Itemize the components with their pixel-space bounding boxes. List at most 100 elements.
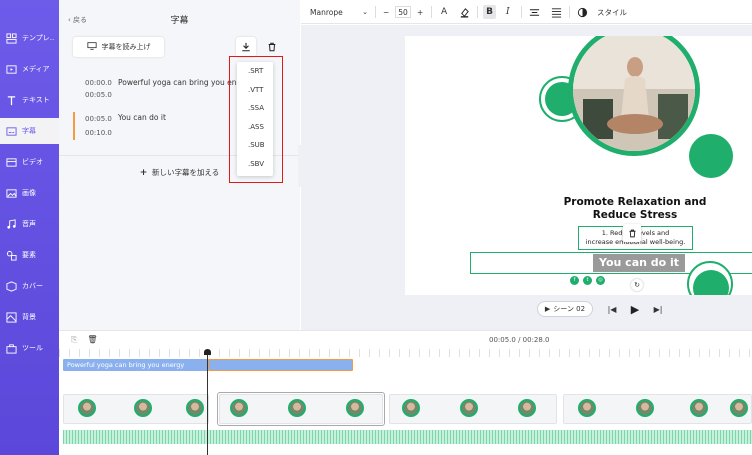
- skip-back-icon: |◀: [607, 304, 617, 314]
- subtitle-icon: [6, 126, 17, 137]
- format-option-ssa[interactable]: .SSA: [237, 99, 273, 118]
- bold-button[interactable]: B: [483, 5, 496, 19]
- minus-icon: −: [383, 7, 390, 17]
- nav-item-label: 背景: [22, 313, 36, 321]
- subtitle-clip-selected[interactable]: [208, 359, 353, 371]
- clip-thumbnail: [78, 399, 96, 417]
- end-time[interactable]: 00:05.0: [85, 89, 115, 101]
- previous-button[interactable]: |◀: [605, 302, 619, 316]
- background-icon: [6, 311, 17, 323]
- plus-icon: +: [139, 168, 148, 178]
- nav-item-label: 音声: [22, 220, 36, 228]
- clip-thumbnail: [636, 399, 654, 417]
- canvas-subtitle-text[interactable]: You can do it: [593, 254, 686, 272]
- clip-thumbnail: [518, 399, 536, 417]
- playhead-handle[interactable]: [204, 349, 211, 355]
- delete-element-button[interactable]: [623, 224, 641, 242]
- increase-size-button[interactable]: +: [417, 0, 423, 24]
- scene-clip[interactable]: [63, 394, 209, 424]
- download-button[interactable]: [236, 37, 256, 57]
- scene-clip[interactable]: [389, 394, 557, 424]
- spacing-button[interactable]: [551, 0, 562, 24]
- headline-text[interactable]: Promote Relaxation and Reduce Stress: [555, 196, 715, 222]
- font-color-button[interactable]: A: [441, 0, 447, 24]
- text-color-icon: A: [441, 7, 448, 17]
- font-select[interactable]: Manrope ⌄: [310, 0, 368, 24]
- divider: [521, 6, 522, 18]
- divider: [375, 6, 376, 18]
- nav-item-subtitle[interactable]: 字幕: [0, 118, 59, 144]
- media-icon: [6, 64, 17, 75]
- plus-icon: +: [417, 7, 424, 17]
- nav-item-text[interactable]: テキスト: [0, 87, 59, 113]
- video-track: [63, 392, 752, 426]
- nav-item-audio[interactable]: 音声: [0, 211, 59, 237]
- format-option-ass[interactable]: .ASS: [237, 118, 273, 137]
- subtitle-text[interactable]: You can do it: [115, 112, 166, 140]
- divider: [569, 6, 570, 18]
- scene-play-button[interactable]: ▶ シーン 02: [537, 301, 593, 317]
- next-button[interactable]: ▶|: [651, 302, 665, 316]
- video-canvas[interactable]: Promote Relaxation and Reduce Stress 1. …: [405, 36, 752, 295]
- video-icon: [6, 157, 17, 168]
- rotate-icon[interactable]: ↻: [631, 279, 643, 291]
- speech-icon: [86, 41, 97, 53]
- format-option-srt[interactable]: .SRT: [237, 62, 273, 81]
- time-ruler[interactable]: [59, 349, 752, 357]
- panel-title: 字幕: [170, 16, 189, 26]
- scene-label: シーン 02: [553, 305, 586, 313]
- yoga-photo[interactable]: [568, 36, 700, 156]
- align-button[interactable]: [529, 0, 540, 24]
- instagram-icon: ◎: [596, 276, 605, 285]
- nav-item-video[interactable]: ビデオ: [0, 149, 59, 175]
- timeline-time: 00:05.0 / 00:28.0: [489, 336, 550, 344]
- facebook-icon: f: [570, 276, 579, 285]
- start-time[interactable]: 00:05.0: [85, 112, 115, 126]
- delete-button[interactable]: [262, 37, 282, 57]
- nav-item-image[interactable]: 画像: [0, 180, 59, 206]
- opacity-button[interactable]: [577, 0, 588, 24]
- clip-thumbnail: [186, 399, 204, 417]
- nav-item-elements[interactable]: 要素: [0, 242, 59, 268]
- twitter-icon: t: [583, 276, 592, 285]
- canvas-area: Promote Relaxation and Reduce Stress 1. …: [301, 25, 752, 330]
- chevron-down-icon: ⌄: [362, 8, 368, 16]
- font-size-input[interactable]: 50: [395, 6, 411, 18]
- nav-item-label: メディア: [22, 65, 50, 73]
- selected-clip-frame: [217, 392, 385, 426]
- nav-item-media[interactable]: メディア: [0, 56, 59, 82]
- clip-thumbnail: [460, 399, 478, 417]
- timeline: ⎘ 🗑 00:05.0 / 00:28.0 Powerful yoga can …: [59, 330, 752, 455]
- nav-item-template[interactable]: テンプレ..: [0, 25, 59, 51]
- nav-item-cover[interactable]: カバー: [0, 273, 59, 299]
- playhead[interactable]: [207, 351, 208, 455]
- end-time[interactable]: 00:10.0: [85, 126, 115, 140]
- nav-item-tools[interactable]: ツール: [0, 335, 59, 361]
- left-nav: テンプレ.. メディアテキスト字幕ビデオ画像音声要素カバー背景ツール: [0, 0, 59, 455]
- play-icon: ▶: [544, 305, 551, 313]
- start-time[interactable]: 00:00.0: [85, 77, 115, 89]
- nav-item-label: テキスト: [22, 96, 50, 104]
- highlight-button[interactable]: [459, 0, 470, 24]
- trash-icon[interactable]: 🗑: [87, 335, 97, 345]
- decrease-size-button[interactable]: −: [383, 0, 389, 24]
- format-option-sbv[interactable]: .SBV: [237, 155, 273, 174]
- contrast-icon: [577, 7, 588, 17]
- play-button[interactable]: ▶: [628, 302, 642, 316]
- read-subtitles-button[interactable]: 字幕を読み上げ: [73, 37, 164, 57]
- format-option-vtt[interactable]: .VTT: [237, 81, 273, 100]
- image-icon: [6, 188, 17, 199]
- nav-item-label: 画像: [22, 189, 36, 197]
- audio-waveform-track[interactable]: [63, 430, 752, 444]
- nav-item-label: ビデオ: [22, 158, 43, 166]
- subtitle-clip[interactable]: Powerful yoga can bring you energy: [63, 359, 208, 371]
- style-button[interactable]: スタイル: [597, 0, 627, 24]
- nav-item-background[interactable]: 背景: [0, 304, 59, 330]
- format-option-sub[interactable]: .SUB: [237, 136, 273, 155]
- line-spacing-icon: [551, 7, 562, 18]
- add-subtitle-label: 新しい字幕を加える: [152, 168, 220, 177]
- split-icon[interactable]: ⎘: [71, 335, 77, 345]
- timeline-tools: ⎘ 🗑: [71, 335, 98, 345]
- scene-clip[interactable]: [563, 394, 752, 424]
- italic-button[interactable]: I: [506, 0, 510, 24]
